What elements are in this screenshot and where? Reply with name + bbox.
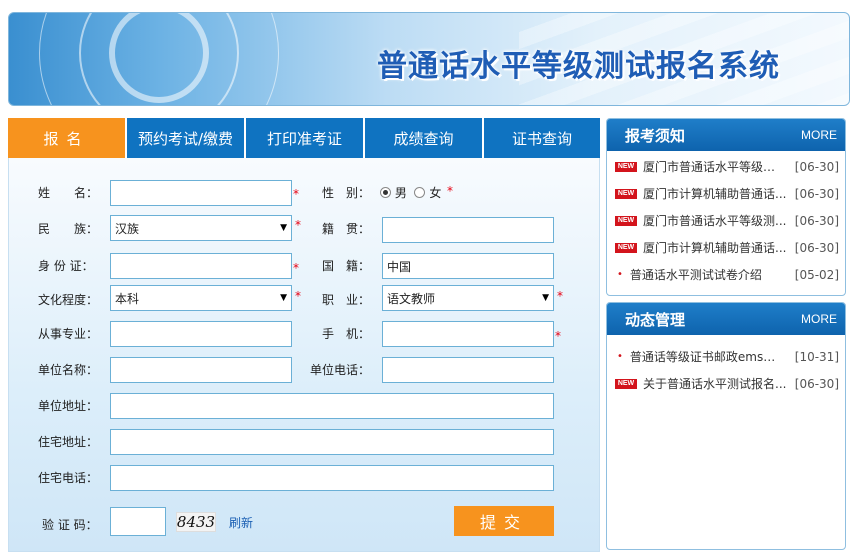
required-mark: * [293,187,299,201]
mobile-label: 手 机： [322,327,371,341]
home-phone-label: 住宅电话： [38,471,99,485]
captcha-image[interactable]: 8433 [176,512,216,532]
dropdown-arrow-icon: ▼ [280,293,287,303]
education-value: 本科 [115,291,140,306]
list-item-title[interactable]: 厦门市计算机辅助普通话... [643,239,787,256]
tab-print-admission[interactable]: 打印准考证 [246,118,363,158]
captcha-label: 验 证 码： [42,518,98,532]
dropdown-arrow-icon: ▼ [542,293,549,303]
gender-male-radio[interactable] [380,187,391,198]
native-place-input[interactable] [382,217,554,243]
list-item[interactable]: NEW 厦门市计算机辅助普通话... [06-30] [615,234,839,261]
gender-female-label: 女 [429,186,442,200]
list-item[interactable]: • 普通话等级证书邮政ems送证... [10-31] [615,343,839,370]
banner-decoration [39,13,279,105]
list-item-date: [06-30] [794,376,839,391]
list-item-title[interactable]: 普通话水平测试试卷介绍 [630,266,787,283]
notice-list: NEW 厦门市普通话水平等级测试... [06-30] NEW 厦门市计算机辅助普通话… [607,151,845,288]
captcha-refresh-link[interactable]: 刷新 [229,514,253,531]
required-mark: * [557,289,563,303]
work-phone-input[interactable] [382,357,554,383]
ethnicity-value: 汉族 [115,221,140,236]
news-panel-header: 动态管理 MORE [607,303,845,335]
list-item-title[interactable]: 关于普通话水平测试报名... [643,375,787,392]
notice-panel-header: 报考须知 MORE [607,119,845,151]
news-panel-title: 动态管理 [625,310,686,329]
list-item-date: [06-30] [794,159,839,174]
gender-label: 性 别： [322,186,371,200]
list-item-date: [06-30] [794,186,839,201]
required-mark: * [293,261,299,275]
home-phone-input[interactable] [110,465,554,491]
education-label: 文化程度： [38,293,99,307]
new-badge-icon: NEW [615,215,637,226]
required-mark: * [295,289,301,303]
list-item-title[interactable]: 普通话等级证书邮政ems送证... [630,348,787,365]
list-item-title[interactable]: 厦门市普通话水平等级测... [643,212,787,229]
ethnicity-select[interactable]: 汉族 ▼ [110,215,292,241]
dropdown-arrow-icon: ▼ [280,223,287,233]
new-badge-icon: NEW [615,378,637,389]
work-address-input[interactable] [110,393,554,419]
header-banner: 普通话水平等级测试报名系统 [8,12,850,106]
new-badge-icon: NEW [615,242,637,253]
major-label: 从事专业： [38,327,99,341]
tab-register[interactable]: 报名 [8,118,125,158]
list-item-date: [05-02] [794,267,839,282]
ethnicity-label: 民 族： [38,222,99,236]
list-item-date: [06-30] [794,240,839,255]
bullet-icon: • [617,269,623,280]
new-badge-icon: NEW [615,188,637,199]
bullet-icon: • [617,351,623,362]
required-mark: * [295,218,301,232]
list-item-date: [10-31] [794,349,839,364]
notice-panel: 报考须知 MORE NEW 厦门市普通话水平等级测试... [06-30] NEW 厦… [606,118,846,296]
name-input[interactable] [110,180,292,206]
news-more-link[interactable]: MORE [801,312,837,326]
occupation-label: 职 业： [322,293,371,307]
list-item-date: [06-30] [794,213,839,228]
employer-label: 单位名称： [38,363,99,377]
news-panel: 动态管理 MORE • 普通话等级证书邮政ems送证... [10-31] NEW 关… [606,302,846,550]
name-label: 姓 名： [38,186,99,200]
occupation-select[interactable]: 语文教师 ▼ [382,285,554,311]
main-tabs: 报名 预约考试/缴费 打印准考证 成绩查询 证书查询 [8,118,600,158]
home-address-input[interactable] [110,429,554,455]
tab-certificate-query[interactable]: 证书查询 [484,118,600,158]
submit-button[interactable]: 提交 [454,506,554,536]
notice-panel-title: 报考须知 [625,126,686,145]
gender-radio-group: 男 女 [380,184,441,201]
tab-score-query[interactable]: 成绩查询 [365,118,482,158]
captcha-input[interactable] [110,507,166,536]
gender-male-label: 男 [394,186,407,200]
gender-female-radio[interactable] [414,187,426,198]
employer-input[interactable] [110,357,292,383]
required-mark: * [555,329,561,343]
required-mark: * [447,184,453,198]
native-place-label: 籍 贯： [322,222,371,236]
major-input[interactable] [110,321,292,347]
list-item[interactable]: NEW 关于普通话水平测试报名... [06-30] [615,370,839,397]
list-item[interactable]: NEW 厦门市普通话水平等级测试... [06-30] [615,153,839,180]
news-list: • 普通话等级证书邮政ems送证... [10-31] NEW 关于普通话水平测试报名… [607,335,845,397]
list-item[interactable]: NEW 厦门市计算机辅助普通话... [06-30] [615,180,839,207]
list-item-title[interactable]: 厦门市普通话水平等级测试... [643,158,787,175]
notice-more-link[interactable]: MORE [801,128,837,142]
new-badge-icon: NEW [615,161,637,172]
list-item[interactable]: • 普通话水平测试试卷介绍 [05-02] [615,261,839,288]
education-select[interactable]: 本科 ▼ [110,285,292,311]
occupation-value: 语文教师 [387,291,436,306]
work-phone-label: 单位电话： [310,363,371,377]
list-item-title[interactable]: 厦门市计算机辅助普通话... [643,185,787,202]
site-title: 普通话水平等级测试报名系统 [377,49,780,84]
tab-book-exam[interactable]: 预约考试/缴费 [127,118,244,158]
mobile-input[interactable] [382,321,554,347]
id-card-input[interactable] [110,253,292,279]
work-address-label: 单位地址： [38,399,99,413]
id-card-label: 身 份 证： [38,259,94,273]
nationality-label: 国 籍： [322,259,371,273]
nationality-input[interactable]: 中国 [382,253,554,279]
list-item[interactable]: NEW 厦门市普通话水平等级测... [06-30] [615,207,839,234]
home-address-label: 住宅地址： [38,435,99,449]
